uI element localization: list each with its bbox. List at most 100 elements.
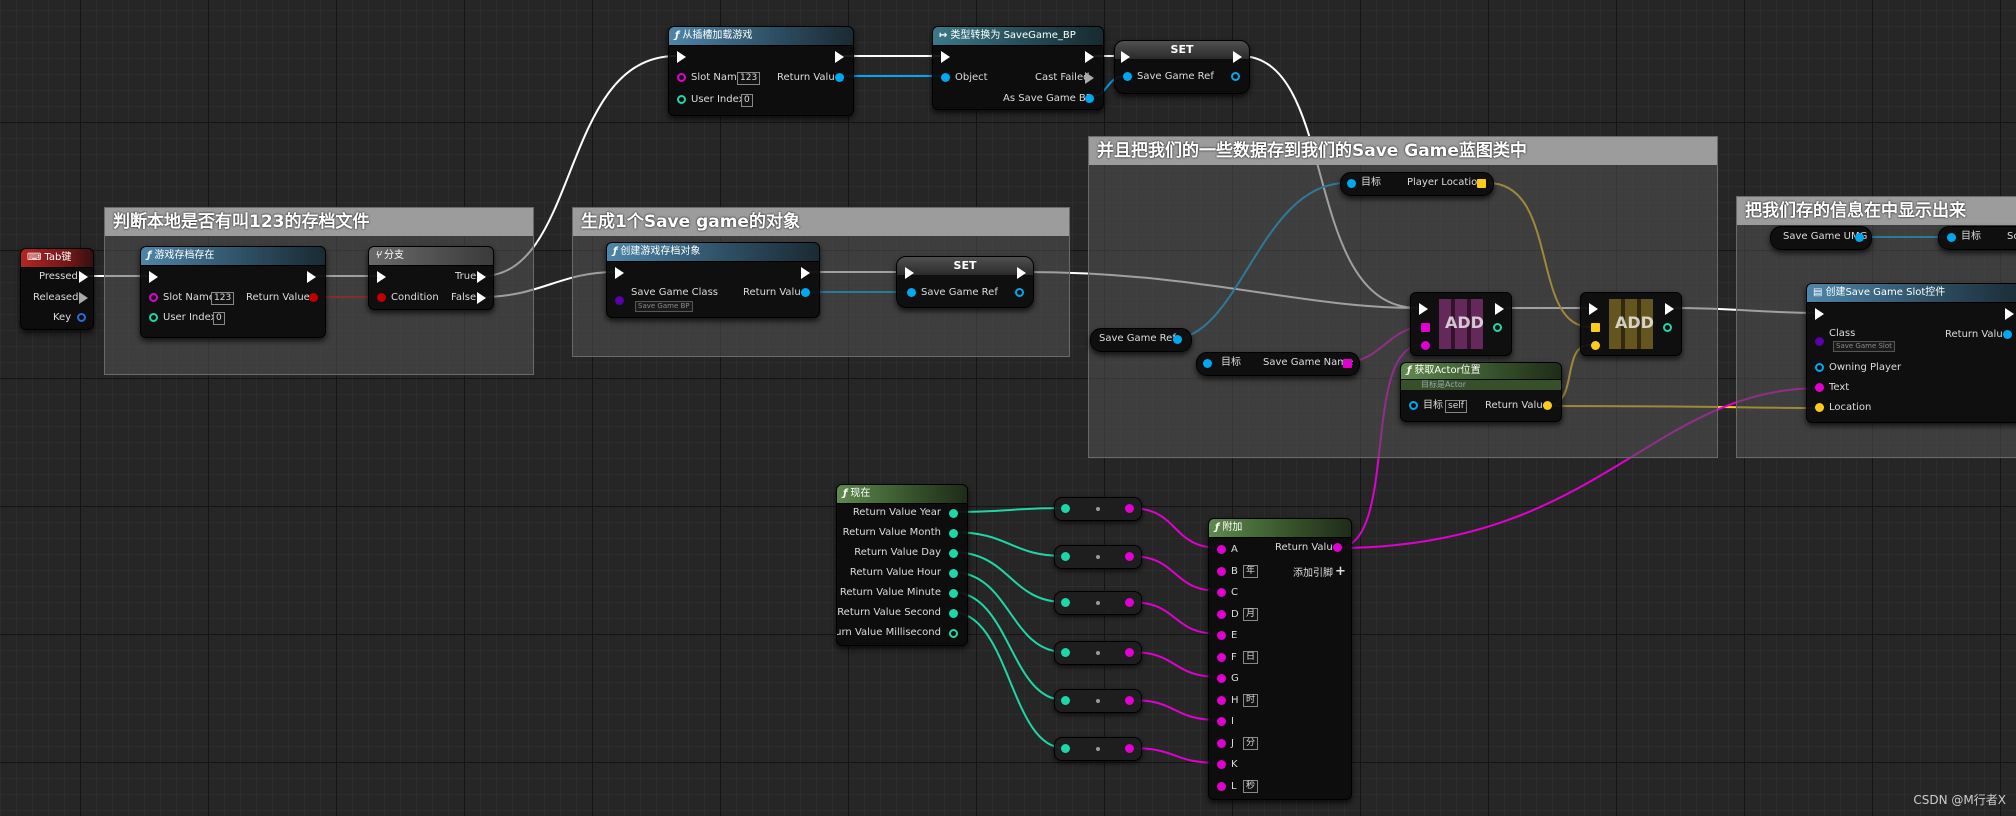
target-self-field[interactable]: self [1445,400,1467,413]
pin-value-input[interactable]: 日 [1243,650,1259,664]
string-pin-in[interactable] [1217,674,1226,683]
object-pin-in[interactable] [1203,359,1212,368]
object-pin-out[interactable] [835,73,844,82]
string-pin-in[interactable] [1421,341,1430,350]
exec-pin-out[interactable] [477,271,486,283]
exec-pin-out[interactable] [79,271,88,283]
object-pin-out[interactable] [1855,233,1864,242]
node-array-add[interactable]: ADD [1410,292,1512,356]
string-pin-in[interactable] [1217,738,1226,748]
vector-pin-in[interactable] [1591,341,1600,350]
exec-pin-in[interactable] [377,271,386,283]
conversion-node-int-to-string[interactable] [1054,689,1142,713]
bool-pin-in[interactable] [377,293,386,302]
node-get-save-game-name[interactable]: 目标 Save Game Name [1196,352,1360,376]
vector-pin-out[interactable] [1543,401,1552,410]
exec-pin-in[interactable] [1589,303,1598,315]
string-pin-in[interactable] [1217,652,1226,662]
node-get-save-game-ref[interactable]: Save Game Ref [1090,328,1192,352]
vector-pin-in[interactable] [1815,403,1824,412]
exec-pin-out[interactable] [1017,267,1026,279]
node-set-target-partial[interactable]: 目标 Sc [1938,226,2016,250]
string-pin-in[interactable] [1217,760,1226,769]
node-create-widget[interactable]: ▤ 创建Save Game Slot控件 Class Return Value S… [1806,283,2016,423]
exec-pin-in[interactable] [149,271,158,283]
string-pin-in[interactable] [1217,545,1226,554]
blueprint-graph-canvas[interactable]: 判断本地是否有叫123的存档文件 生成1个Save game的对象 并且把我们的… [0,0,2016,816]
exec-pin-in[interactable] [615,267,624,279]
int-pin-out[interactable] [1493,323,1502,332]
node-array-add[interactable]: ADD [1580,292,1682,356]
vector-array-pin-out[interactable] [1477,179,1486,188]
object-pin-in[interactable] [1347,179,1356,188]
node-cast-to-savegame-bp[interactable]: ↦ 类型转换为 SaveGame_BP Object Cast Failed As… [932,26,1104,110]
object-pin-in[interactable] [1123,72,1132,81]
node-branch[interactable]: ⑂ 分支 True Condition False [368,246,494,310]
int-pin-in[interactable] [677,95,686,104]
node-load-game-from-slot[interactable]: ƒ 从插槽加载游戏 Slot Name 123 Return Value User… [668,26,854,116]
int-pin-out[interactable] [949,629,958,638]
exec-pin-out[interactable] [835,51,844,63]
int-pin-in[interactable] [1061,598,1070,607]
string-pin-in[interactable] [1217,781,1226,791]
object-pin-out[interactable] [801,288,810,297]
string-pin-in[interactable] [1217,631,1226,640]
bool-pin-out[interactable] [309,293,318,302]
exec-pin-out[interactable] [307,271,316,283]
int-pin-out[interactable] [949,509,958,518]
conversion-node-int-to-string[interactable] [1054,545,1142,569]
int-pin-out[interactable] [949,589,958,598]
string-pin-in[interactable] [1815,383,1824,392]
pin-value-input[interactable]: 月 [1243,607,1259,621]
exec-pin-out[interactable] [79,292,88,304]
exec-pin-in[interactable] [1815,308,1824,320]
string-pin-out[interactable] [1125,552,1134,561]
class-pin-in[interactable] [615,296,624,305]
class-select[interactable]: Save Game Slot [1833,341,1895,352]
user-index-input[interactable]: 0 [741,94,753,107]
pin-value-input[interactable]: 时 [1243,693,1259,707]
pin-value-input[interactable]: 年 [1243,564,1259,578]
int-pin-in[interactable] [1061,744,1070,753]
int-pin-in[interactable] [149,313,158,322]
exec-pin-out[interactable] [801,267,810,279]
string-pin-out[interactable] [1125,696,1134,705]
add-pin-button[interactable]: + [1335,565,1346,578]
exec-pin-out[interactable] [477,292,486,304]
int-pin-in[interactable] [1061,552,1070,561]
exec-pin-out[interactable] [1665,303,1674,315]
exec-pin-out[interactable] [1085,72,1094,84]
pin-value-input[interactable]: 分 [1243,736,1259,750]
object-pin-out[interactable] [1173,335,1182,344]
string-pin-in[interactable] [1217,566,1226,576]
string-array-pin-in[interactable] [1421,323,1430,332]
string-pin-in[interactable] [1217,717,1226,726]
class-select[interactable]: Save Game BP [635,301,693,312]
exec-pin-in[interactable] [1419,303,1428,315]
object-pin-in[interactable] [1947,233,1956,242]
node-tab-key-event[interactable]: ⌨ Tab键 Pressed Released Key [20,248,94,330]
node-get-actor-location[interactable]: ƒ 获取Actor位置 目标是Actor 目标 self Return Value [1400,362,1562,422]
string-array-pin-out[interactable] [1343,359,1352,368]
string-pin-out[interactable] [1125,648,1134,657]
pin-value-input[interactable]: 秒 [1243,779,1259,793]
object-pin-out[interactable] [1085,94,1094,103]
node-set-save-game-ref[interactable]: SET Save Game Ref [1114,40,1250,94]
string-pin-in[interactable] [1217,588,1226,597]
class-pin-in[interactable] [1815,337,1824,346]
exec-pin-in[interactable] [1121,51,1130,63]
node-set-save-game-ref[interactable]: SET Save Game Ref [896,256,1034,308]
int-pin-out[interactable] [949,549,958,558]
exec-pin-out[interactable] [1233,51,1242,63]
exec-pin-in[interactable] [905,267,914,279]
vector-array-pin-in[interactable] [1591,323,1600,332]
conversion-node-int-to-string[interactable] [1054,737,1142,761]
node-get-save-game-umg[interactable]: Save Game UMG [1770,226,1872,250]
string-pin-in[interactable] [677,73,686,82]
exec-pin-in[interactable] [677,51,686,63]
conversion-node-int-to-string[interactable] [1054,641,1142,665]
slot-name-input[interactable]: 123 [737,72,761,85]
exec-pin-out[interactable] [1495,303,1504,315]
object-pin-out[interactable] [1231,72,1240,81]
node-get-player-location[interactable]: 目标 Player Location [1340,172,1494,196]
